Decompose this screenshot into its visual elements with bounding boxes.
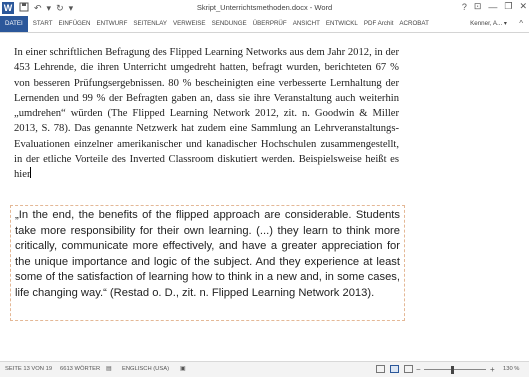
zoom-slider-track[interactable] — [424, 369, 486, 370]
page-indicator[interactable]: SEITE 13 VON 19 — [5, 362, 52, 377]
zoom-in-button[interactable]: + — [490, 362, 495, 377]
quote-block[interactable]: „In the end, the benefits of the flipped… — [10, 205, 405, 321]
window-title: Skript_Unterrichtsmethoden.docx - Word — [196, 3, 333, 12]
zoom-out-button[interactable]: − — [416, 362, 421, 377]
ribbon-tab-bar: DATEI START EINFÜGEN ENTWURF SEITENLAY V… — [0, 16, 529, 33]
tab-verweise[interactable]: VERWEISE — [170, 16, 209, 32]
body-paragraph[interactable]: In einer schriftlichen Befragung des Fli… — [14, 45, 399, 183]
tab-start[interactable]: START — [30, 16, 56, 32]
text-cursor — [30, 167, 32, 179]
help-button[interactable]: ? — [462, 2, 467, 12]
ribbon-expand-icon[interactable]: ^ — [519, 16, 523, 32]
language-indicator[interactable]: ENGLISCH (USA) — [122, 362, 169, 377]
minimize-button[interactable]: — — [488, 2, 497, 12]
read-mode-icon[interactable] — [376, 365, 385, 373]
word-count[interactable]: 6613 WÖRTER — [60, 362, 100, 377]
tab-ansicht[interactable]: ANSICHT — [290, 16, 323, 32]
ribbon-tabs: DATEI START EINFÜGEN ENTWURF SEITENLAY V… — [0, 16, 432, 32]
title-bar: W ↶ ▾ ↻ ▾ Skript_Unterrichtsmethoden.doc… — [0, 0, 529, 16]
window-controls: ? ⊡ — ❐ ✕ — [462, 1, 527, 12]
tab-seitenlayout[interactable]: SEITENLAY — [130, 16, 170, 32]
tab-sendungen[interactable]: SENDUNGE — [209, 16, 250, 32]
status-bar: SEITE 13 VON 19 6613 WÖRTER ▤ ENGLISCH (… — [0, 361, 529, 377]
tab-pdf-architect[interactable]: PDF Archit — [361, 16, 397, 32]
user-account[interactable]: Kenner, A... ▾ — [470, 16, 507, 32]
macro-icon[interactable]: ▣ — [180, 362, 185, 377]
tab-entwicklertools[interactable]: ENTWICKL — [323, 16, 361, 32]
body-paragraph-text: In einer schriftlichen Befragung des Fli… — [14, 47, 399, 181]
proofing-icon[interactable]: ▤ — [106, 362, 111, 377]
tab-einfuegen[interactable]: EINFÜGEN — [55, 16, 93, 32]
tab-entwurf[interactable]: ENTWURF — [93, 16, 130, 32]
document-area[interactable]: In einer schriftlichen Befragung des Fli… — [0, 33, 529, 361]
tab-ueberpruefen[interactable]: ÜBERPRÜF — [250, 16, 290, 32]
close-button[interactable]: ✕ — [519, 1, 527, 12]
zoom-level[interactable]: 130 % — [503, 362, 519, 377]
restore-button[interactable]: ❐ — [504, 1, 512, 12]
ribbon-display-icon[interactable]: ⊡ — [474, 1, 482, 12]
print-layout-icon[interactable] — [390, 365, 399, 373]
zoom-slider-thumb[interactable] — [450, 366, 454, 374]
web-layout-icon[interactable] — [404, 365, 413, 373]
tab-acrobat[interactable]: ACROBAT — [396, 16, 431, 32]
tab-datei[interactable]: DATEI — [0, 16, 28, 32]
